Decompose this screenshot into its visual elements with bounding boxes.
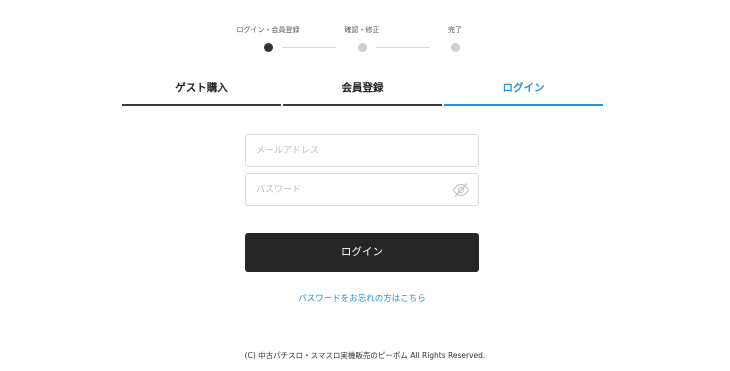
tab-guest-purchase[interactable]: ゲスト購入 [122,74,281,106]
step-dot-active [263,43,273,52]
step-confirm-edit: 確認・修正 [322,26,402,52]
step-label: ログイン・会員登録 [236,26,300,34]
checkout-stepper: ログイン・会員登録 確認・修正 完了 [232,26,472,56]
tab-login[interactable]: ログイン [444,74,603,106]
eye-slash-icon[interactable] [452,182,470,198]
step-dot [357,43,367,52]
password-input[interactable] [246,174,446,205]
forgot-password-link[interactable]: パスワードをお忘れの方はこちら [245,292,479,304]
step-complete: 完了 [415,26,495,52]
step-label: 完了 [448,26,462,34]
email-field-wrapper [245,134,479,167]
login-button[interactable]: ログイン [245,233,479,272]
email-input[interactable] [246,135,446,166]
tab-member-register[interactable]: 会員登録 [283,74,442,106]
auth-tabs: ゲスト購入 会員登録 ログイン [122,74,603,106]
step-login-register: ログイン・会員登録 [228,26,308,52]
login-page: ログイン・会員登録 確認・修正 完了 ゲスト購入 会員登録 ログイン ログイン [0,0,730,371]
copyright-footer: (C) 中古パチスロ・スマスロ実機販売のピーポム All Rights Rese… [244,351,486,360]
step-label: 確認・修正 [344,26,380,34]
password-field-wrapper [245,173,479,206]
step-dot [450,43,460,52]
